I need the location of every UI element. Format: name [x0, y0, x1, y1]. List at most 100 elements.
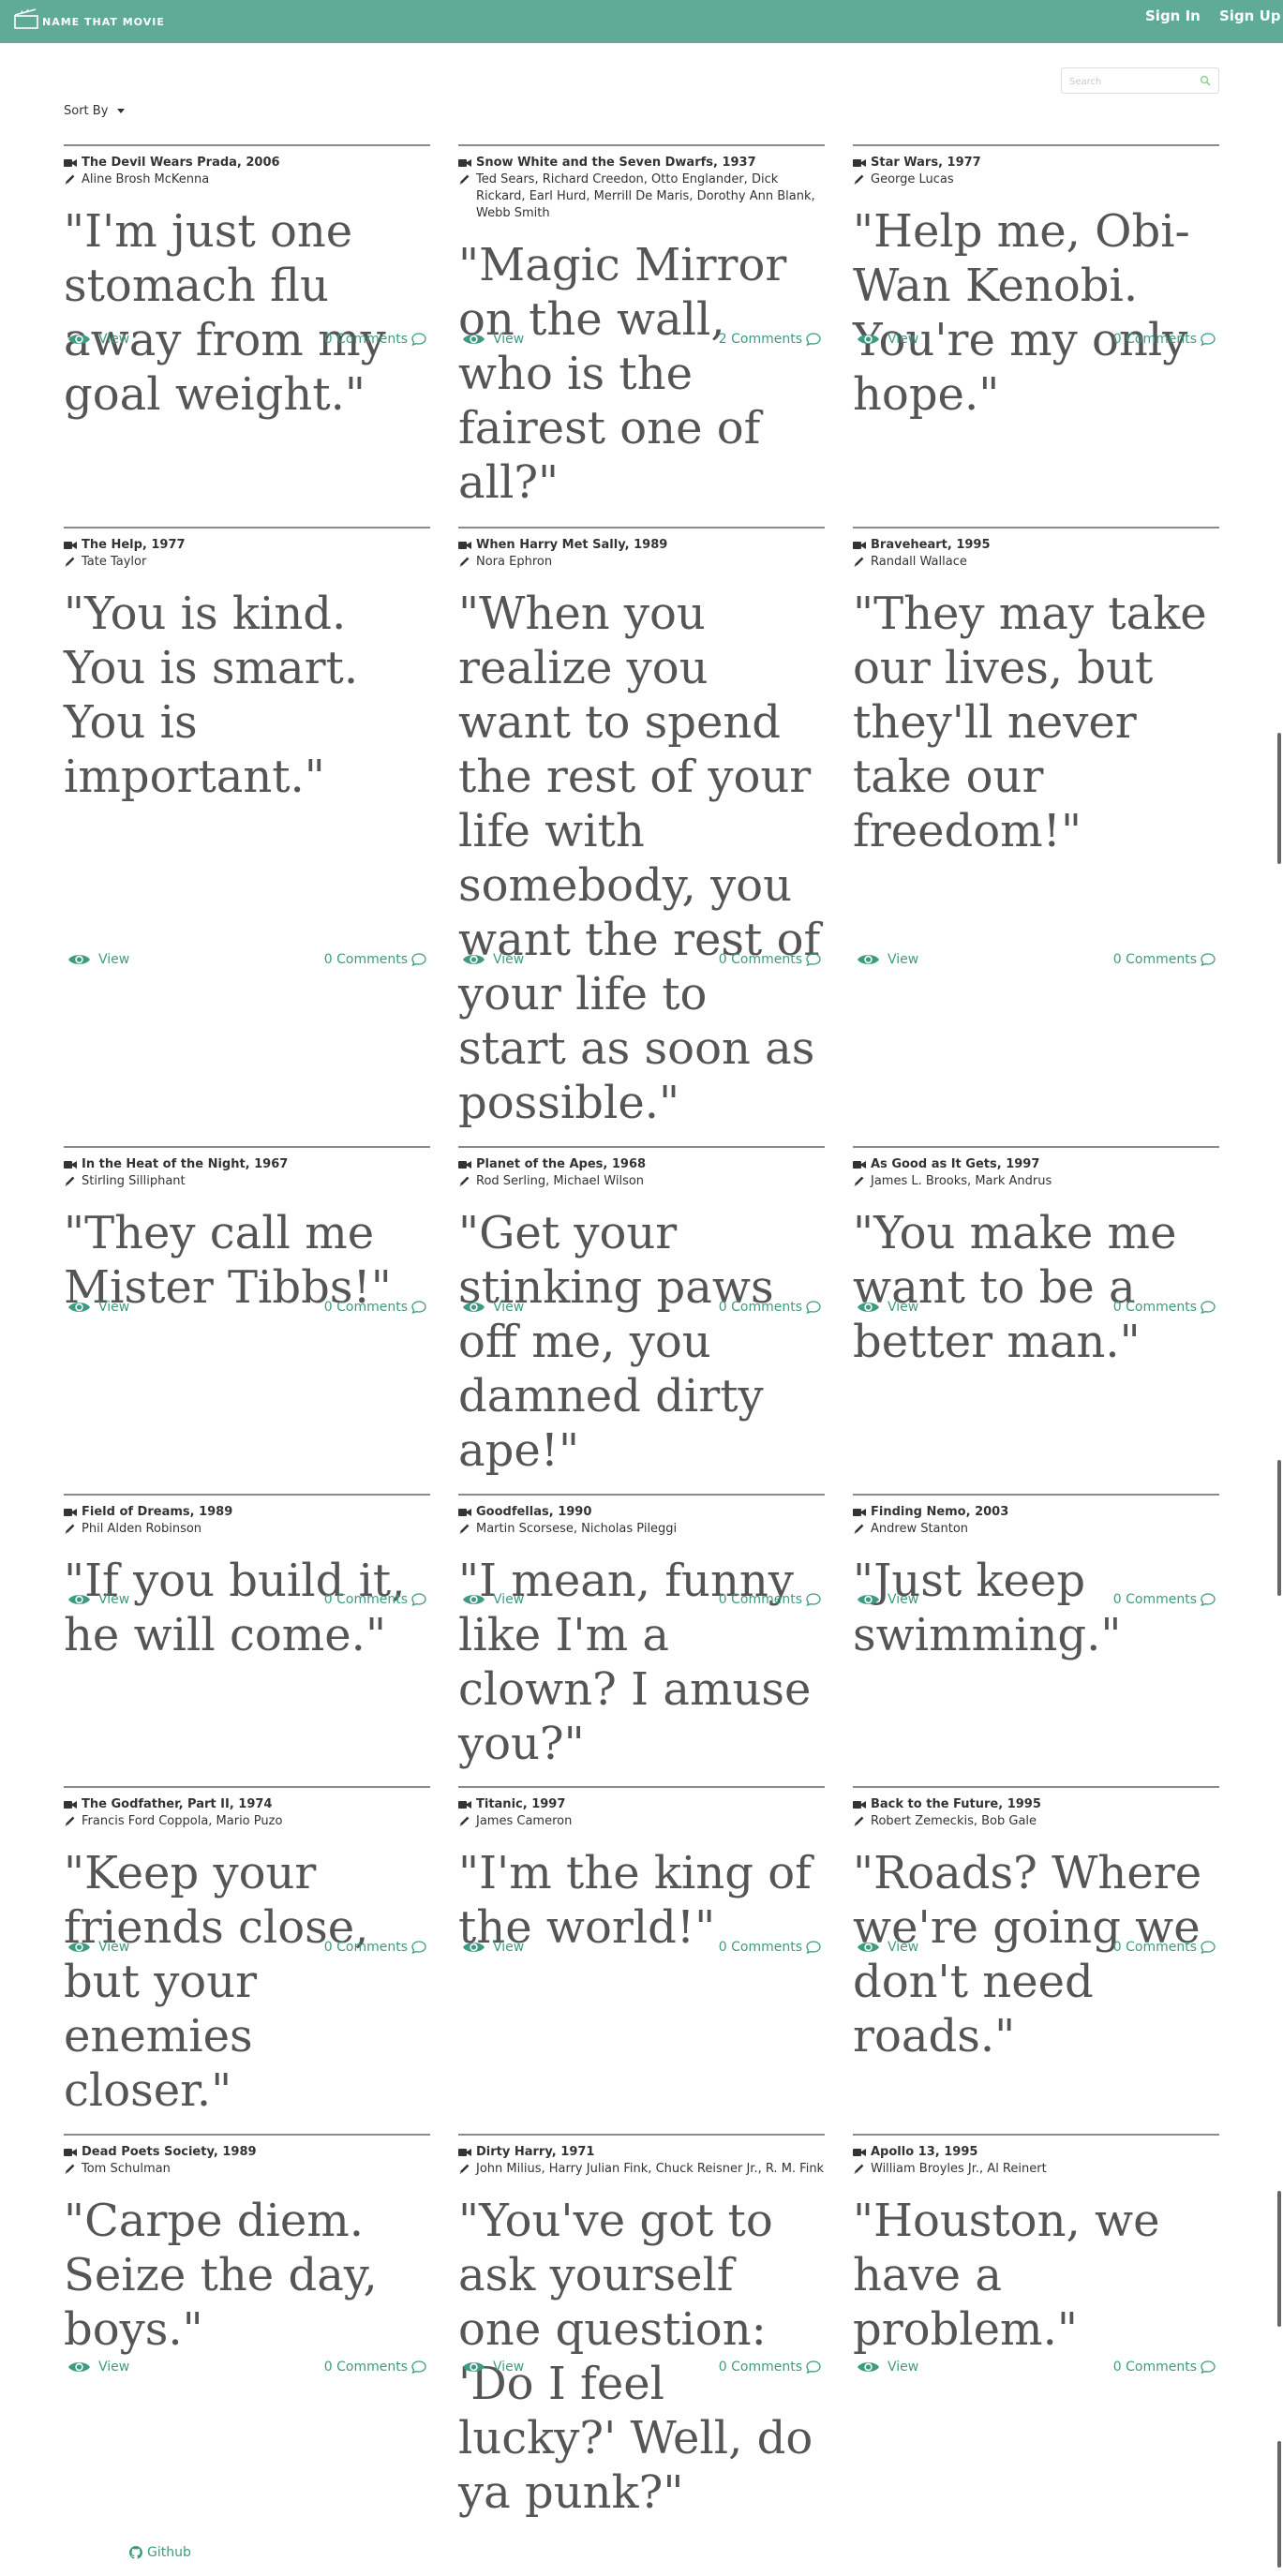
sign-in-link[interactable]: Sign In: [1145, 7, 1201, 24]
movie-quote: "You've got to ask yourself one question…: [458, 2195, 813, 2519]
brand[interactable]: NAME THAT MOVIE: [13, 7, 165, 30]
view-link[interactable]: View: [67, 332, 129, 347]
sign-up-link[interactable]: Sign Up: [1219, 7, 1281, 24]
card-footer: View 0 Comments: [853, 952, 1219, 971]
card-footer: View 0 Comments: [458, 1592, 825, 1611]
movie-title-line: Snow White and the Seven Dwarfs, 1937: [458, 155, 825, 171]
pencil-icon: [854, 1816, 864, 1826]
view-label: View: [493, 1300, 525, 1315]
comments-link[interactable]: 0 Comments: [1113, 1300, 1216, 1315]
view-link[interactable]: View: [462, 2360, 524, 2375]
view-link[interactable]: View: [462, 1592, 524, 1607]
comments-count: 0 Comments: [1112, 2360, 1197, 2375]
movie-quote: "I'm just one stomach flu away from my g…: [64, 205, 386, 421]
view-link[interactable]: View: [857, 332, 918, 347]
view-link[interactable]: View: [462, 952, 524, 967]
movie-title-line: As Good as It Gets, 1997: [853, 1156, 1219, 1173]
view-link[interactable]: View: [857, 952, 918, 967]
movie-title: In the Heat of the Night, 1967: [82, 1157, 289, 1171]
comments-link[interactable]: 0 Comments: [719, 1592, 821, 1607]
comments-link[interactable]: 0 Comments: [324, 1940, 426, 1955]
view-label: View: [493, 952, 525, 967]
comments-link[interactable]: 2 Comments: [719, 332, 821, 347]
movie-title: Dirty Harry, 1971: [476, 2145, 595, 2159]
view-link[interactable]: View: [462, 332, 524, 347]
movie-writers: Randall Wallace: [871, 555, 967, 569]
comments-link[interactable]: 0 Comments: [1113, 2360, 1216, 2375]
movie-title: Apollo 13, 1995: [871, 2145, 978, 2159]
movie-card: Star Wars, 1977 George Lucas "Help me, Obi…: [853, 144, 1219, 421]
movie-writers: Robert Zemeckis, Bob Gale: [871, 1814, 1037, 1828]
card-footer: View 0 Comments: [458, 952, 825, 971]
movie-quote: "I'm the king of the world!": [458, 1847, 812, 1954]
comments-link[interactable]: 0 Comments: [324, 1300, 426, 1315]
movie-card: Planet of the Apes, 1968 Rod Serling, Mic…: [458, 1146, 825, 1477]
eye-icon: [858, 1303, 879, 1312]
movie-title: Snow White and the Seven Dwarfs, 1937: [476, 156, 756, 170]
comments-link[interactable]: 0 Comments: [324, 2360, 426, 2375]
movie-card: Braveheart, 1995 Randall Wallace "They may…: [853, 527, 1219, 973]
view-link[interactable]: View: [67, 1592, 129, 1607]
comments-link[interactable]: 0 Comments: [719, 952, 821, 967]
view-link[interactable]: View: [857, 1592, 918, 1607]
comments-count: 0 Comments: [1112, 1592, 1197, 1607]
movie-quote: "Keep your friends close, but your enemi…: [64, 1847, 369, 2117]
movie-writers-line: Martin Scorsese, Nicholas Pileggi: [458, 1521, 825, 1538]
search-box: [1061, 67, 1219, 94]
sort-by-dropdown[interactable]: Sort By: [64, 104, 126, 118]
comment-bubble-icon: [806, 953, 821, 966]
comment-bubble-icon: [1201, 333, 1216, 346]
comments-link[interactable]: 0 Comments: [324, 952, 426, 967]
movie-writers-line: Francis Ford Coppola, Mario Puzo: [64, 1813, 430, 1830]
comments-link[interactable]: 0 Comments: [719, 2360, 821, 2375]
view-label: View: [98, 1300, 130, 1315]
comments-link[interactable]: 0 Comments: [324, 332, 426, 347]
scrollbar-thumb[interactable]: [1277, 2441, 1281, 2568]
scrollbar-thumb[interactable]: [1277, 733, 1281, 864]
card-footer: View 0 Comments: [458, 2360, 825, 2378]
view-link[interactable]: View: [857, 1300, 918, 1315]
pencil-icon: [459, 174, 470, 185]
comment-bubble-icon: [411, 953, 426, 966]
pencil-icon: [459, 1816, 470, 1826]
eye-icon: [68, 1303, 90, 1312]
video-camera-icon: [64, 2149, 77, 2156]
view-link[interactable]: View: [857, 1940, 918, 1955]
view-link[interactable]: View: [67, 2360, 129, 2375]
view-link[interactable]: View: [462, 1940, 524, 1955]
pencil-icon: [65, 1176, 75, 1186]
view-link[interactable]: View: [67, 1940, 129, 1955]
movie-writers: Tom Schulman: [82, 2162, 171, 2176]
scrollbar-thumb[interactable]: [1277, 2191, 1281, 2327]
movie-card: The Help, 1977 Tate Taylor "You is kind. Y…: [64, 527, 430, 973]
video-camera-icon: [458, 2149, 471, 2156]
eye-icon: [858, 1595, 879, 1604]
github-link[interactable]: Github: [129, 2545, 191, 2560]
comments-link[interactable]: 0 Comments: [1113, 1592, 1216, 1607]
movie-card: Back to the Future, 1995 Robert Zemeckis,…: [853, 1786, 1219, 2062]
comment-bubble-icon: [806, 1301, 821, 1314]
movie-writers: George Lucas: [871, 172, 954, 186]
comments-link[interactable]: 0 Comments: [1113, 1940, 1216, 1955]
view-link[interactable]: View: [67, 952, 129, 967]
card-footer: View 0 Comments: [853, 2360, 1219, 2378]
search-input[interactable]: [1069, 74, 1191, 89]
view-link[interactable]: View: [67, 1300, 129, 1315]
comments-link[interactable]: 0 Comments: [719, 1300, 821, 1315]
comment-bubble-icon: [1201, 1941, 1216, 1954]
comments-link[interactable]: 0 Comments: [1113, 952, 1216, 967]
comments-link[interactable]: 0 Comments: [1113, 332, 1216, 347]
movie-card: When Harry Met Sally, 1989 Nora Ephron "Wh…: [458, 527, 825, 1129]
movie-title-line: In the Heat of the Night, 1967: [64, 1156, 430, 1173]
comments-link[interactable]: 0 Comments: [719, 1940, 821, 1955]
view-link[interactable]: View: [462, 1300, 524, 1315]
search-icon[interactable]: [1200, 75, 1211, 86]
scrollbar-thumb[interactable]: [1277, 1460, 1281, 1596]
movie-writers-line: Aline Brosh McKenna: [64, 171, 430, 188]
view-link[interactable]: View: [857, 2360, 918, 2375]
card-footer: View 0 Comments: [458, 1940, 825, 1958]
comment-bubble-icon: [1201, 2360, 1216, 2374]
comment-bubble-icon: [806, 2360, 821, 2374]
video-camera-icon: [64, 1509, 77, 1516]
comments-link[interactable]: 0 Comments: [324, 1592, 426, 1607]
